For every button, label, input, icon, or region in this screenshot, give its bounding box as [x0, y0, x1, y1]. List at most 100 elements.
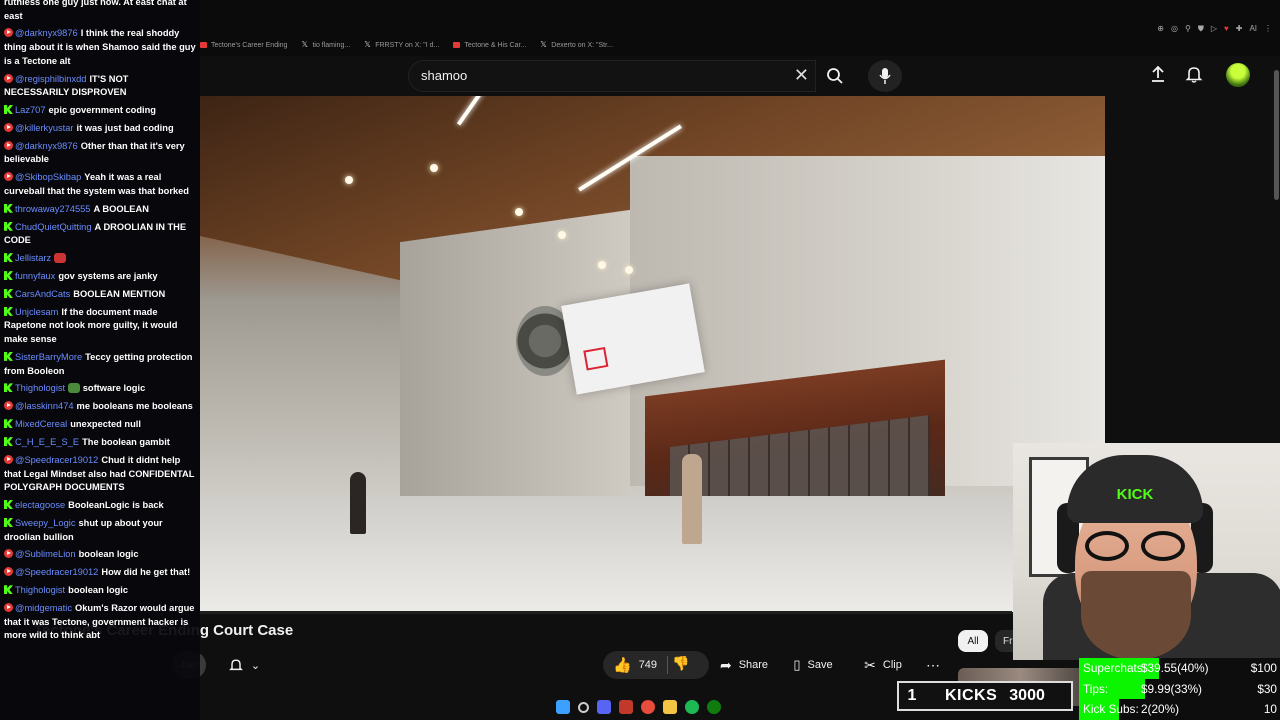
chat-message: Jellistarz	[4, 252, 196, 266]
subscribe-notify-button[interactable]: ⌄	[218, 651, 270, 679]
search-bar[interactable]: shamoo ✕	[408, 60, 816, 92]
chat-message: funnyfaux gov systems are janky	[4, 270, 196, 284]
more-actions-button[interactable]: ⋯	[918, 651, 948, 679]
scene-person	[350, 472, 366, 534]
like-count: 749	[638, 659, 658, 671]
chat-message: @Speedracer19012 How did he get that!	[4, 566, 196, 580]
chat-message: Thighologist software logic	[4, 382, 196, 396]
kick-goal-widget: 1 KICKS 3000	[897, 681, 1073, 711]
folder-icon[interactable]	[663, 700, 677, 714]
app-icon[interactable]	[619, 700, 633, 714]
chat-username: Thighologist	[15, 585, 66, 596]
dislike-button[interactable]: 👎	[672, 655, 689, 673]
youtube-icon	[4, 401, 13, 411]
video-player[interactable]	[200, 96, 1105, 612]
clear-search-icon[interactable]: ✕	[794, 65, 809, 86]
like-divider	[667, 656, 668, 674]
bookmarks-bar: Tectone's Career Ending 𝕏tio flaming... 𝕏 F…	[200, 38, 613, 52]
chat-text: software logic	[82, 383, 146, 394]
chat-message: @lasskinn474 me booleans me booleans	[4, 400, 196, 414]
chat-message: @SkibopSkibap Yeah it was a real curvebal…	[4, 171, 196, 198]
chrome-icon[interactable]	[641, 700, 655, 714]
share-label: Share	[738, 659, 769, 671]
kick-icon	[4, 271, 13, 281]
clip-label: Clip	[882, 659, 902, 671]
menu-icon[interactable]: ⋮	[1264, 24, 1272, 34]
shield-icon[interactable]: ⛊	[1198, 24, 1204, 34]
clip-button[interactable]: ✂ Clip	[858, 651, 908, 679]
chat-message: @Speedracer19012 Chud it didnt help that …	[4, 454, 196, 495]
bookmark-item[interactable]: 𝕏tio flaming...	[301, 38, 350, 52]
youtube-icon	[453, 42, 461, 48]
chat-username: @regisphilbinxdd	[15, 73, 87, 84]
chat-overlay: ruthless one guy just now. At east chat …	[0, 0, 200, 720]
chat-text: boolean logic	[78, 549, 139, 560]
create-button[interactable]	[1148, 64, 1168, 89]
chat-text: BOOLEAN MENTION	[73, 288, 166, 299]
goal-row: Superchats: $39.55(40%) $100	[1079, 658, 1280, 679]
kick-icon	[4, 500, 13, 510]
chat-list: @darknyx9876 I think the real shoddy thin…	[4, 27, 196, 642]
bookmark-icon: ▯	[793, 657, 801, 672]
search-input[interactable]: shamoo	[421, 68, 467, 83]
youtube-icon	[4, 122, 13, 132]
emote-icon	[68, 383, 81, 394]
webcam-overlay: KICK	[1013, 443, 1280, 660]
scrollbar[interactable]	[1274, 70, 1279, 200]
share-button[interactable]: ➦ Share	[713, 651, 775, 679]
x-icon: 𝕏	[301, 40, 308, 49]
save-button[interactable]: ▯ Save	[787, 651, 839, 679]
kick-count: 1	[907, 687, 917, 704]
heart-icon[interactable]: ♥	[1224, 24, 1229, 34]
scene-light	[558, 231, 566, 239]
chat-username: Jellistarz	[15, 253, 52, 264]
like-button[interactable]: 👍 749	[603, 651, 709, 679]
chip-all[interactable]: All	[958, 630, 988, 652]
goal-value: 2(20%)	[1141, 702, 1180, 717]
search-icon	[827, 68, 843, 84]
zoom-icon[interactable]: ⊕	[1157, 24, 1164, 34]
goal-value: $9.99(33%)	[1141, 681, 1202, 696]
donation-goals: Superchats: $39.55(40%) $100 Tips: $9.99…	[1079, 658, 1280, 720]
voice-search-button[interactable]	[868, 60, 902, 92]
search-icon[interactable]	[578, 701, 589, 713]
kick-icon	[4, 419, 13, 429]
chat-message: @midgematic Okum's Razor would argue that…	[4, 602, 196, 643]
ai-label[interactable]: AI	[1249, 24, 1257, 34]
thumbs-down-icon: 👎	[672, 655, 690, 671]
x-icon: 𝕏	[540, 40, 547, 49]
chat-username: throwaway274555	[15, 203, 91, 214]
account-avatar[interactable]	[1226, 63, 1250, 87]
extension-icon[interactable]: ◎	[1171, 24, 1178, 34]
chat-message: Unjclesam If the document made Rapetone n…	[4, 306, 196, 347]
puzzle-icon[interactable]: ✚	[1236, 24, 1243, 34]
pin-icon[interactable]: ⚲	[1185, 24, 1191, 34]
search-button[interactable]	[816, 60, 854, 92]
notifications-button[interactable]	[1184, 64, 1204, 89]
scissors-icon: ✂	[864, 656, 876, 673]
bookmark-label: Tectone's Career Ending	[211, 41, 288, 49]
bookmark-item[interactable]: Tectone's Career Ending	[200, 38, 287, 52]
kick-icon	[4, 221, 13, 231]
bookmark-item[interactable]: Tectone & His Car...	[453, 38, 526, 52]
chat-username: @killerkyustar	[15, 122, 74, 133]
scene-light	[345, 176, 353, 184]
play-icon[interactable]: ▷	[1211, 24, 1217, 34]
bookmark-item[interactable]: 𝕏 Dexerto on X: "Str...	[540, 38, 613, 52]
xbox-icon[interactable]	[707, 700, 721, 714]
bookmark-item[interactable]: 𝕏 FRRSTY on X: "I d...	[364, 38, 439, 52]
scene-person	[682, 454, 702, 544]
chat-text: epic government coding	[48, 105, 156, 116]
chat-message: @killerkyustar it was just bad coding	[4, 122, 196, 136]
chat-text: me booleans me booleans	[76, 401, 193, 412]
chat-message: SisterBarryMore Teccy getting protection …	[4, 351, 196, 378]
glasses	[1085, 531, 1185, 565]
thumbs-up-icon: 👍	[613, 657, 632, 674]
chat-message: @regisphilbinxdd IT'S NOT NECESSARILY DIS…	[4, 73, 196, 100]
youtube-icon	[4, 454, 13, 464]
progress-bar[interactable]	[200, 611, 1012, 614]
discord-icon[interactable]	[597, 700, 611, 714]
spotify-icon[interactable]	[685, 700, 699, 714]
windows-start-icon[interactable]	[556, 700, 570, 714]
youtube-icon	[4, 549, 13, 559]
